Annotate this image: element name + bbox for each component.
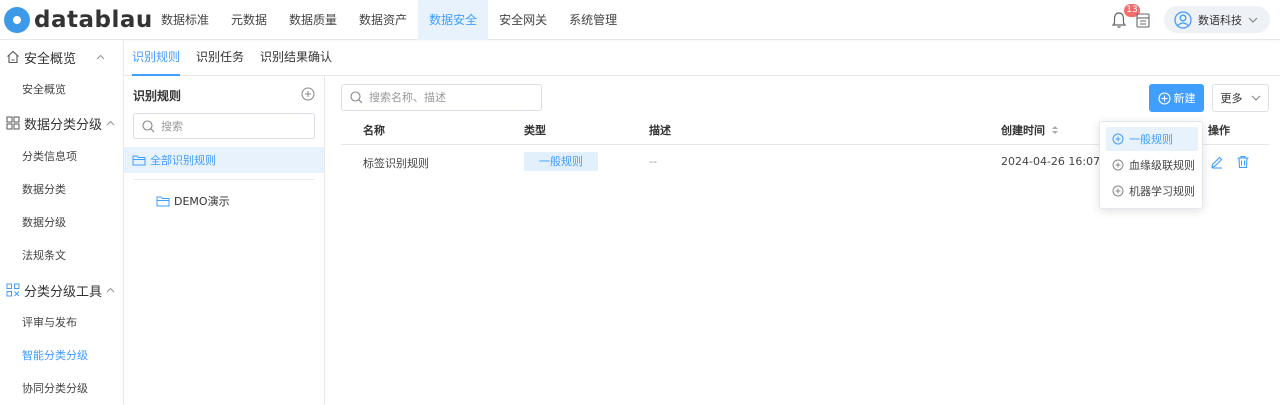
chevron-down-icon bbox=[1251, 95, 1260, 101]
divider bbox=[133, 179, 315, 180]
rule-tree-panel: 识别规则 全部识别规则 DEMO演示 bbox=[124, 76, 325, 405]
tab-recognition-rules[interactable]: 识别规则 bbox=[132, 40, 181, 76]
sidebar-item-regulations[interactable]: 法规条文 bbox=[0, 242, 123, 270]
sidebar-item-data-category[interactable]: 数据分类 bbox=[0, 176, 123, 204]
calendar-icon[interactable] bbox=[1136, 12, 1150, 28]
column-header-created-time[interactable]: 创建时间 bbox=[1001, 122, 1059, 138]
nav-item-data-standard[interactable]: 数据标准 bbox=[150, 0, 220, 40]
column-header-label: 创建时间 bbox=[1001, 124, 1045, 137]
tree-title: 识别规则 bbox=[133, 89, 182, 103]
new-rule-dropdown: 一般规则 血缘级联规则 机器学习规则 bbox=[1099, 121, 1203, 209]
nav-item-system-admin[interactable]: 系统管理 bbox=[558, 0, 628, 40]
tree-node-label: 全部识别规则 bbox=[150, 154, 216, 167]
cell-rule-name: 标签识别规则 bbox=[363, 157, 429, 170]
dropdown-item-lineage-rule[interactable]: 血缘级联规则 bbox=[1106, 153, 1198, 177]
column-header-actions: 操作 bbox=[1208, 124, 1230, 137]
column-header-name: 名称 bbox=[363, 124, 385, 137]
sub-tabs: 识别规则 识别任务 识别结果确认 bbox=[124, 40, 1280, 76]
top-nav: 数据标准 元数据 数据质量 数据资产 数据安全 安全网关 系统管理 bbox=[150, 0, 628, 40]
folder-icon bbox=[156, 196, 170, 207]
chevron-up-icon bbox=[96, 54, 105, 60]
dropdown-item-label: 一般规则 bbox=[1129, 133, 1173, 146]
user-name: 数语科技 bbox=[1198, 13, 1242, 27]
sidebar-group-label: 数据分类分级 bbox=[24, 117, 103, 133]
sidebar-item-data-level[interactable]: 数据分级 bbox=[0, 209, 123, 237]
plus-circle-icon bbox=[1157, 91, 1171, 105]
plus-circle-icon bbox=[1112, 133, 1124, 145]
logo-mark-icon bbox=[4, 7, 30, 33]
sidebar-item-review-publish[interactable]: 评审与发布 bbox=[0, 309, 123, 337]
sidebar-group-security-overview[interactable]: 安全概览 bbox=[0, 40, 123, 74]
plus-circle-icon bbox=[1112, 185, 1124, 197]
dropdown-item-label: 血缘级联规则 bbox=[1129, 159, 1195, 172]
sidebar-item-smart-classification[interactable]: 智能分类分级 bbox=[0, 342, 123, 370]
tree-search-input[interactable] bbox=[161, 119, 301, 133]
plus-circle-icon bbox=[1112, 159, 1124, 171]
new-rule-button[interactable]: 新建 bbox=[1149, 84, 1204, 112]
tree-node-label: DEMO演示 bbox=[174, 195, 230, 208]
chevron-up-icon bbox=[106, 120, 115, 126]
new-button-label: 新建 bbox=[1173, 92, 1196, 105]
tree-search-box bbox=[133, 113, 315, 139]
edit-icon[interactable] bbox=[1210, 155, 1224, 169]
nav-item-data-security[interactable]: 数据安全 bbox=[418, 0, 489, 40]
rule-search-input[interactable] bbox=[369, 91, 509, 104]
column-header-type: 类型 bbox=[524, 124, 546, 137]
dropdown-item-ml-rule[interactable]: 机器学习规则 bbox=[1106, 179, 1198, 203]
logo[interactable]: datablau bbox=[4, 6, 153, 34]
sidebar-group-label: 安全概览 bbox=[24, 51, 77, 67]
sort-icon bbox=[1052, 126, 1058, 134]
sidebar-item-collab-classification[interactable]: 协同分类分级 bbox=[0, 375, 123, 403]
sidebar-group-data-classification[interactable]: 数据分类分级 bbox=[0, 106, 123, 140]
sidebar: 安全概览 安全概览 数据分类分级 分类信息项 数据分类 数据分级 法规条文 分类… bbox=[0, 40, 124, 405]
nav-item-metadata[interactable]: 元数据 bbox=[220, 0, 278, 40]
search-icon bbox=[142, 119, 155, 132]
nav-item-data-quality[interactable]: 数据质量 bbox=[278, 0, 348, 40]
sidebar-group-classification-tools[interactable]: 分类分级工具 bbox=[0, 273, 123, 307]
search-icon bbox=[350, 91, 363, 104]
cell-description: -- bbox=[649, 155, 657, 168]
nav-item-security-gateway[interactable]: 安全网关 bbox=[488, 0, 558, 40]
tool-grid-icon bbox=[6, 283, 20, 297]
tree-node-all-rules[interactable]: 全部识别规则 bbox=[124, 147, 324, 173]
logo-text: datablau bbox=[34, 7, 153, 33]
column-header-description: 描述 bbox=[649, 124, 671, 137]
chevron-down-icon bbox=[1248, 17, 1258, 23]
rule-search-box bbox=[341, 84, 542, 111]
delete-icon[interactable] bbox=[1236, 155, 1250, 169]
more-button-label: 更多 bbox=[1220, 92, 1243, 105]
grid-icon bbox=[6, 116, 20, 130]
rule-type-tag: 一般规则 bbox=[524, 152, 598, 171]
sidebar-item-security-overview[interactable]: 安全概览 bbox=[0, 76, 123, 104]
tab-result-confirmation[interactable]: 识别结果确认 bbox=[260, 40, 332, 76]
home-icon bbox=[7, 50, 19, 64]
more-button[interactable]: 更多 bbox=[1212, 84, 1269, 112]
dropdown-item-general-rule[interactable]: 一般规则 bbox=[1106, 127, 1198, 151]
dropdown-item-label: 机器学习规则 bbox=[1129, 185, 1195, 198]
nav-item-data-assets[interactable]: 数据资产 bbox=[348, 0, 418, 40]
tab-recognition-tasks[interactable]: 识别任务 bbox=[196, 40, 244, 76]
chevron-up-icon bbox=[106, 287, 115, 293]
top-header: datablau 数据标准 元数据 数据质量 数据资产 数据安全 安全网关 系统… bbox=[0, 0, 1280, 40]
add-circle-icon[interactable] bbox=[301, 87, 315, 101]
sidebar-group-label: 分类分级工具 bbox=[24, 284, 103, 300]
sidebar-item-category-info[interactable]: 分类信息项 bbox=[0, 143, 123, 171]
tree-node-demo[interactable]: DEMO演示 bbox=[156, 191, 230, 211]
user-avatar-icon bbox=[1174, 10, 1192, 29]
user-menu[interactable]: 数语科技 bbox=[1164, 6, 1270, 33]
folder-icon bbox=[132, 155, 146, 166]
